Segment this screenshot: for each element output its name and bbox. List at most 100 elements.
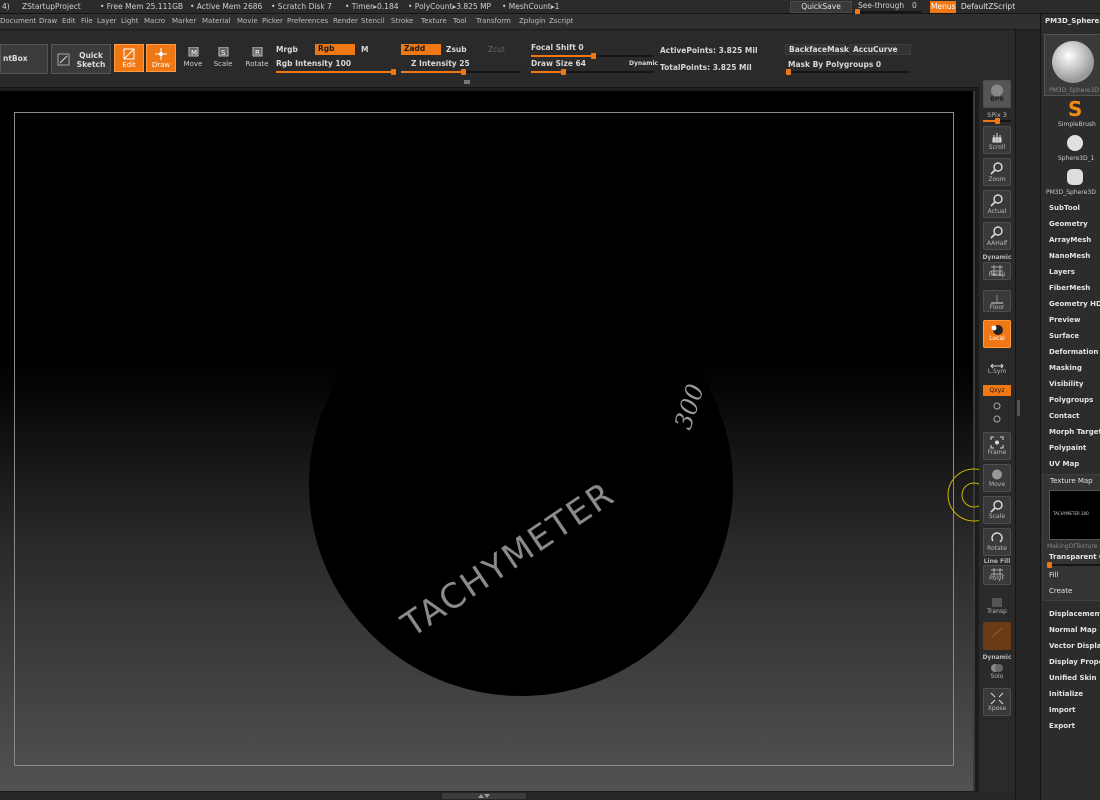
- transparent-slider[interactable]: [1047, 562, 1100, 568]
- menu-movie[interactable]: Movie: [237, 17, 258, 25]
- shelf-collapse-handle[interactable]: [464, 80, 470, 84]
- morph-target-item[interactable]: Morph Target: [1049, 428, 1100, 436]
- rgb-intensity-slider[interactable]: [276, 69, 396, 75]
- draw-size-label: Draw Size 64: [531, 59, 586, 68]
- surface-item[interactable]: Surface: [1049, 332, 1079, 340]
- preview-item[interactable]: Preview: [1049, 316, 1081, 324]
- ghost-button[interactable]: [983, 622, 1011, 650]
- active-points-readout: ActivePoints: 3.825 Mil: [660, 46, 758, 55]
- menu-layer[interactable]: Layer: [97, 17, 117, 25]
- menu-marker[interactable]: Marker: [172, 17, 196, 25]
- displacement-item[interactable]: Displacement: [1049, 610, 1100, 618]
- menu-transform[interactable]: Transform: [476, 17, 511, 25]
- menu-light[interactable]: Light: [121, 17, 138, 25]
- tray-divider[interactable]: [1015, 30, 1040, 800]
- nanomesh-item[interactable]: NanoMesh: [1049, 252, 1090, 260]
- draw-button[interactable]: Draw: [146, 44, 176, 72]
- fibermesh-item[interactable]: FiberMesh: [1049, 284, 1090, 292]
- rotation-axis-icon[interactable]: [990, 400, 1004, 426]
- menu-zplugin[interactable]: Zplugin: [519, 17, 545, 25]
- zadd-button[interactable]: Zadd: [401, 44, 441, 55]
- menu-preferences[interactable]: Preferences: [287, 17, 328, 25]
- normal-map-item[interactable]: Normal Map: [1049, 626, 1097, 634]
- menu-file[interactable]: File: [81, 17, 93, 25]
- bpr-button[interactable]: [983, 80, 1011, 108]
- z-intensity-slider[interactable]: [401, 69, 521, 75]
- zcut-button[interactable]: Zcut: [488, 45, 505, 54]
- mask-by-polygroups-slider[interactable]: [786, 69, 910, 75]
- layers-item[interactable]: Layers: [1049, 268, 1075, 276]
- pm3d-sphere-thumb[interactable]: PM3D_Sphere3D: [1044, 166, 1100, 198]
- menu-document[interactable]: Document: [0, 17, 36, 25]
- focal-shift-slider[interactable]: [531, 53, 654, 59]
- quicksave-button[interactable]: QuickSave: [790, 1, 852, 13]
- bottom-tray-handle[interactable]: [442, 793, 526, 799]
- menu-material[interactable]: Material: [202, 17, 230, 25]
- vector-displacement-item[interactable]: Vector Displa: [1049, 642, 1100, 650]
- sphere-model[interactable]: TACHYMETER 300: [0, 91, 975, 791]
- accucurve-button[interactable]: AccuCurve: [849, 44, 911, 55]
- rotate-button[interactable]: R Rotate: [242, 44, 272, 72]
- tray-handle[interactable]: [1017, 400, 1020, 416]
- menus-button[interactable]: Menus: [930, 1, 956, 13]
- spix-slider[interactable]: [983, 118, 1011, 124]
- sphere3d-thumb[interactable]: Sphere3D_1: [1048, 132, 1100, 164]
- menu-zscript[interactable]: Zscript: [549, 17, 573, 25]
- uv-map-item[interactable]: UV Map: [1049, 460, 1079, 468]
- lightbox-button[interactable]: ntBox: [0, 44, 48, 74]
- xyz-button[interactable]: Qxyz: [983, 385, 1011, 396]
- initialize-item[interactable]: Initialize: [1049, 690, 1083, 698]
- arraymesh-item[interactable]: ArrayMesh: [1049, 236, 1091, 244]
- current-tool-thumbnail[interactable]: PM3D_Sphere3D: [1044, 34, 1100, 96]
- import-item[interactable]: Import: [1049, 706, 1076, 714]
- polygroups-item[interactable]: Polygroups: [1049, 396, 1093, 404]
- menu-picker[interactable]: Picker: [262, 17, 283, 25]
- menu-stencil[interactable]: Stencil: [361, 17, 385, 25]
- unified-skin-item[interactable]: Unified Skin: [1049, 674, 1097, 682]
- zsub-button[interactable]: Zsub: [446, 45, 467, 54]
- display-properties-item[interactable]: Display Prope: [1049, 658, 1100, 666]
- frame-label: Frame: [987, 449, 1007, 456]
- contact-item[interactable]: Contact: [1049, 412, 1080, 420]
- scale-button[interactable]: S Scale: [208, 44, 238, 72]
- see-through-slider[interactable]: [855, 9, 921, 15]
- draw-size-slider[interactable]: [531, 69, 654, 75]
- geometry-item[interactable]: Geometry: [1049, 220, 1088, 228]
- line-fill-label[interactable]: Line Fill: [979, 558, 1015, 565]
- export-item[interactable]: Export: [1049, 722, 1075, 730]
- simple-brush-thumb[interactable]: S SimpleBrush: [1048, 98, 1100, 130]
- masking-item[interactable]: Masking: [1049, 364, 1082, 372]
- menu-render[interactable]: Render: [333, 17, 358, 25]
- move-button[interactable]: M Move: [178, 44, 208, 72]
- menu-stroke[interactable]: Stroke: [391, 17, 413, 25]
- create-button[interactable]: Create: [1049, 587, 1072, 595]
- polypaint-item[interactable]: Polypaint: [1049, 444, 1086, 452]
- fill-button[interactable]: Fill: [1049, 571, 1058, 579]
- sphere-mesh[interactable]: [309, 274, 733, 696]
- subtool-item[interactable]: SubTool: [1049, 204, 1080, 212]
- magnifier-icon: [990, 194, 1003, 207]
- sphere-thumbnail-icon: [1052, 41, 1094, 83]
- dynamic-label[interactable]: Dynamic: [979, 254, 1015, 261]
- menu-texture[interactable]: Texture: [421, 17, 447, 25]
- menu-draw[interactable]: Draw: [39, 17, 57, 25]
- dynamic-toggle[interactable]: Dynamic: [629, 60, 658, 67]
- deformation-item[interactable]: Deformation: [1049, 348, 1098, 356]
- dynamic-solo-label[interactable]: Dynamic: [979, 654, 1015, 661]
- backface-mask-button[interactable]: BackfaceMask: [785, 44, 849, 55]
- menu-tool[interactable]: Tool: [453, 17, 467, 25]
- local-button[interactable]: [983, 320, 1011, 348]
- rgb-button[interactable]: Rgb: [315, 44, 355, 55]
- quick-sketch-button[interactable]: Quick Sketch: [51, 44, 111, 74]
- rotate-label: Rotate: [245, 60, 269, 68]
- texture-thumbnail[interactable]: TACHYMETER 300: [1049, 490, 1100, 540]
- m-button[interactable]: M: [361, 45, 368, 54]
- texture-map-label[interactable]: Texture Map: [1050, 477, 1093, 485]
- default-zscript-button[interactable]: DefaultZScript: [958, 1, 1018, 13]
- edit-button[interactable]: Edit: [114, 44, 144, 72]
- visibility-item[interactable]: Visibility: [1049, 380, 1083, 388]
- menu-edit[interactable]: Edit: [62, 17, 76, 25]
- mrgb-label[interactable]: Mrgb: [276, 45, 298, 54]
- geometry-hd-item[interactable]: Geometry HD: [1049, 300, 1100, 308]
- menu-macro[interactable]: Macro: [144, 17, 165, 25]
